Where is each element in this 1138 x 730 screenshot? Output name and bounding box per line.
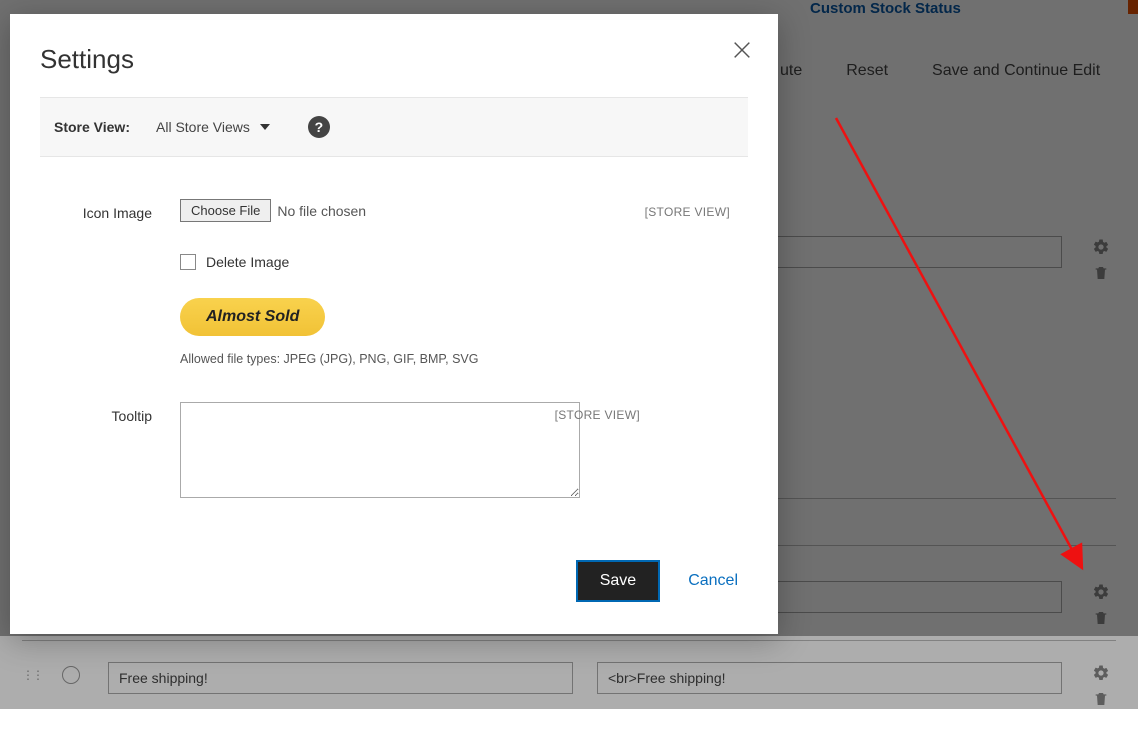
status-badge: Almost Sold: [180, 298, 325, 336]
choose-file-button[interactable]: Choose File: [180, 199, 271, 222]
drag-handle[interactable]: [22, 662, 38, 682]
store-view-label: Store View:: [54, 119, 130, 135]
option-input[interactable]: [108, 662, 573, 694]
delete-attribute-button[interactable]: ute: [780, 62, 802, 80]
option-input[interactable]: [597, 662, 1062, 694]
tooltip-label: Tooltip: [40, 402, 180, 501]
table-row: [22, 648, 1116, 730]
trash-icon[interactable]: [1093, 690, 1109, 708]
cancel-button[interactable]: Cancel: [688, 572, 738, 590]
allowed-types-hint: Allowed file types: JPEG (JPG), PNG, GIF…: [180, 352, 748, 366]
save-button[interactable]: Save: [576, 560, 660, 602]
store-view-switcher[interactable]: All Store Views: [156, 119, 270, 135]
close-icon[interactable]: [728, 36, 756, 64]
help-icon[interactable]: ?: [308, 116, 330, 138]
page-actions: ute Reset Save and Continue Edit: [780, 62, 1100, 80]
default-radio[interactable]: [62, 662, 84, 684]
chevron-down-icon: [260, 124, 270, 130]
store-view-bar: Store View: All Store Views ?: [40, 97, 748, 157]
modal-title: Settings: [40, 44, 748, 75]
gear-icon[interactable]: [1092, 583, 1110, 601]
gear-icon[interactable]: [1092, 664, 1110, 682]
file-name-display: No file chosen: [277, 203, 366, 219]
trash-icon[interactable]: [1093, 609, 1109, 627]
trash-icon[interactable]: [1093, 264, 1109, 282]
file-chooser[interactable]: Choose File No file chosen: [180, 199, 366, 222]
scope-tag: [STORE VIEW]: [555, 408, 640, 422]
store-view-value: All Store Views: [156, 119, 250, 135]
icon-image-label: Icon Image: [40, 199, 180, 366]
delete-image-label: Delete Image: [206, 254, 289, 270]
tooltip-textarea[interactable]: [180, 402, 580, 498]
save-continue-button[interactable]: Save and Continue Edit: [932, 62, 1100, 80]
gear-icon[interactable]: [1092, 238, 1110, 256]
settings-modal: Settings Store View: All Store Views ? I…: [10, 14, 778, 634]
reset-button[interactable]: Reset: [846, 62, 888, 80]
scope-tag: [STORE VIEW]: [645, 205, 730, 219]
brand-accent: [1128, 0, 1138, 14]
delete-image-checkbox[interactable]: [180, 254, 196, 270]
tooltip-row: Tooltip [STORE VIEW]: [40, 402, 748, 501]
icon-image-row: Icon Image [STORE VIEW] Choose File No f…: [40, 199, 748, 366]
extension-title-link[interactable]: Custom Stock Status: [810, 0, 961, 17]
row-divider: [22, 640, 1116, 641]
modal-footer: Save Cancel: [576, 560, 738, 602]
